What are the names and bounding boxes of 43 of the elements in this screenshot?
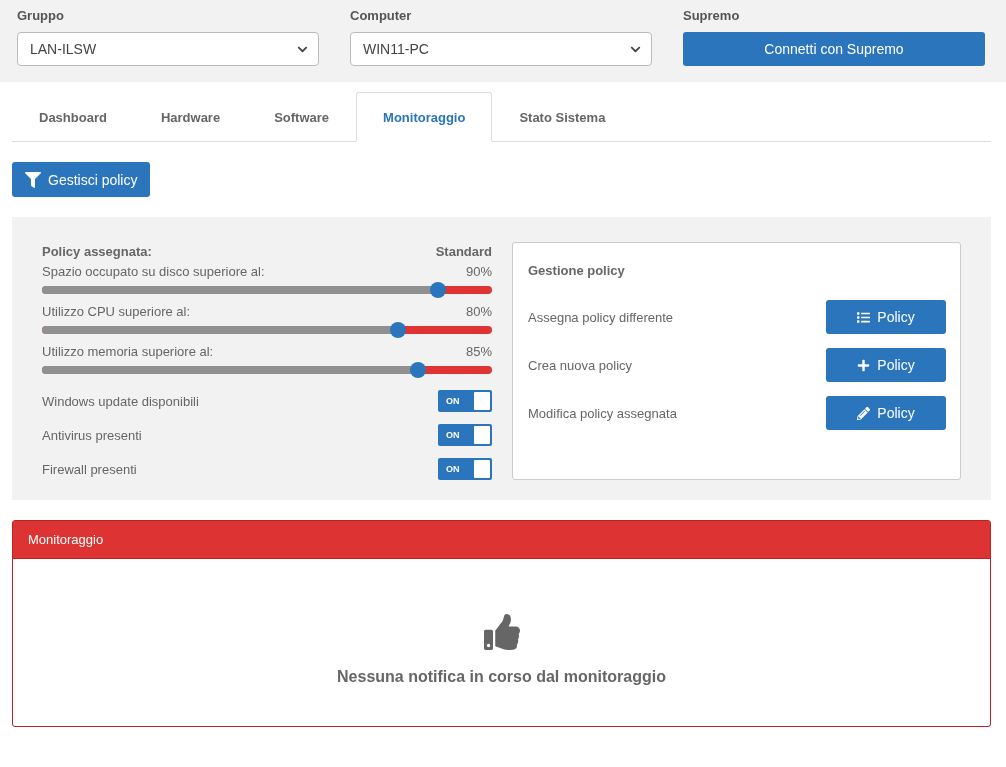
policy-button[interactable]: Policy [826, 300, 946, 334]
tab[interactable]: Hardware [133, 92, 248, 142]
action-label: Crea nuova policy [528, 357, 633, 373]
connect-button[interactable]: Connetti con Supremo [683, 32, 985, 66]
toggle-switch[interactable]: ON [438, 390, 492, 412]
empty-message: Nessuna notifica in corso dal monitoraggio [337, 668, 666, 686]
switch-label: Windows update disponibili [42, 393, 199, 409]
switch-label: Firewall presenti [42, 461, 137, 477]
action-label: Modifica policy assegnata [528, 405, 677, 421]
tab[interactable]: Stato Sistema [492, 92, 633, 142]
threshold-reading: 85% [465, 344, 492, 359]
field-label: Supremo [683, 8, 741, 23]
slider-thumb[interactable] [409, 362, 426, 378]
field-label: Computer [350, 8, 413, 23]
threshold-reading: 90% [465, 264, 492, 279]
threshold-label: Utilizzo CPU superiore al: [42, 304, 191, 319]
toggle-switch[interactable]: ON [438, 458, 492, 480]
policy-button[interactable]: Policy [826, 348, 946, 382]
slider-thumb[interactable] [389, 322, 406, 338]
select-field[interactable]: WIN11-PC [350, 32, 652, 66]
manage-policy-button[interactable]: Gestisci policy [12, 162, 151, 197]
field-label: Gruppo [17, 8, 65, 23]
card-title: Gestione policy [528, 263, 626, 278]
plus-icon [857, 358, 871, 372]
threshold-label: Utilizzo memoria superiore al: [42, 344, 214, 359]
threshold-label: Spazio occupato su disco superiore al: [42, 264, 265, 279]
filter-icon [25, 171, 41, 188]
tab[interactable]: Software [247, 92, 357, 142]
toggle-switch[interactable]: ON [438, 424, 492, 446]
pencil-icon [857, 406, 871, 420]
policy-button[interactable]: Policy [826, 396, 946, 430]
tab[interactable]: Monitoraggio [356, 92, 493, 142]
panel-header: Monitoraggio [13, 521, 990, 559]
policy-label: Policy assegnata: [42, 244, 152, 259]
tab[interactable]: Dashboard [12, 92, 134, 142]
threshold-reading: 80% [465, 304, 492, 319]
slider-thumb[interactable] [430, 282, 446, 298]
policy-value: Standard [435, 244, 492, 259]
switch-label: Antivirus presenti [42, 427, 142, 443]
thumbs-up-icon [483, 614, 520, 650]
action-label: Assegna policy differente [528, 309, 674, 325]
select-field[interactable]: LAN-ILSW [17, 32, 319, 66]
list-icon [857, 310, 871, 324]
